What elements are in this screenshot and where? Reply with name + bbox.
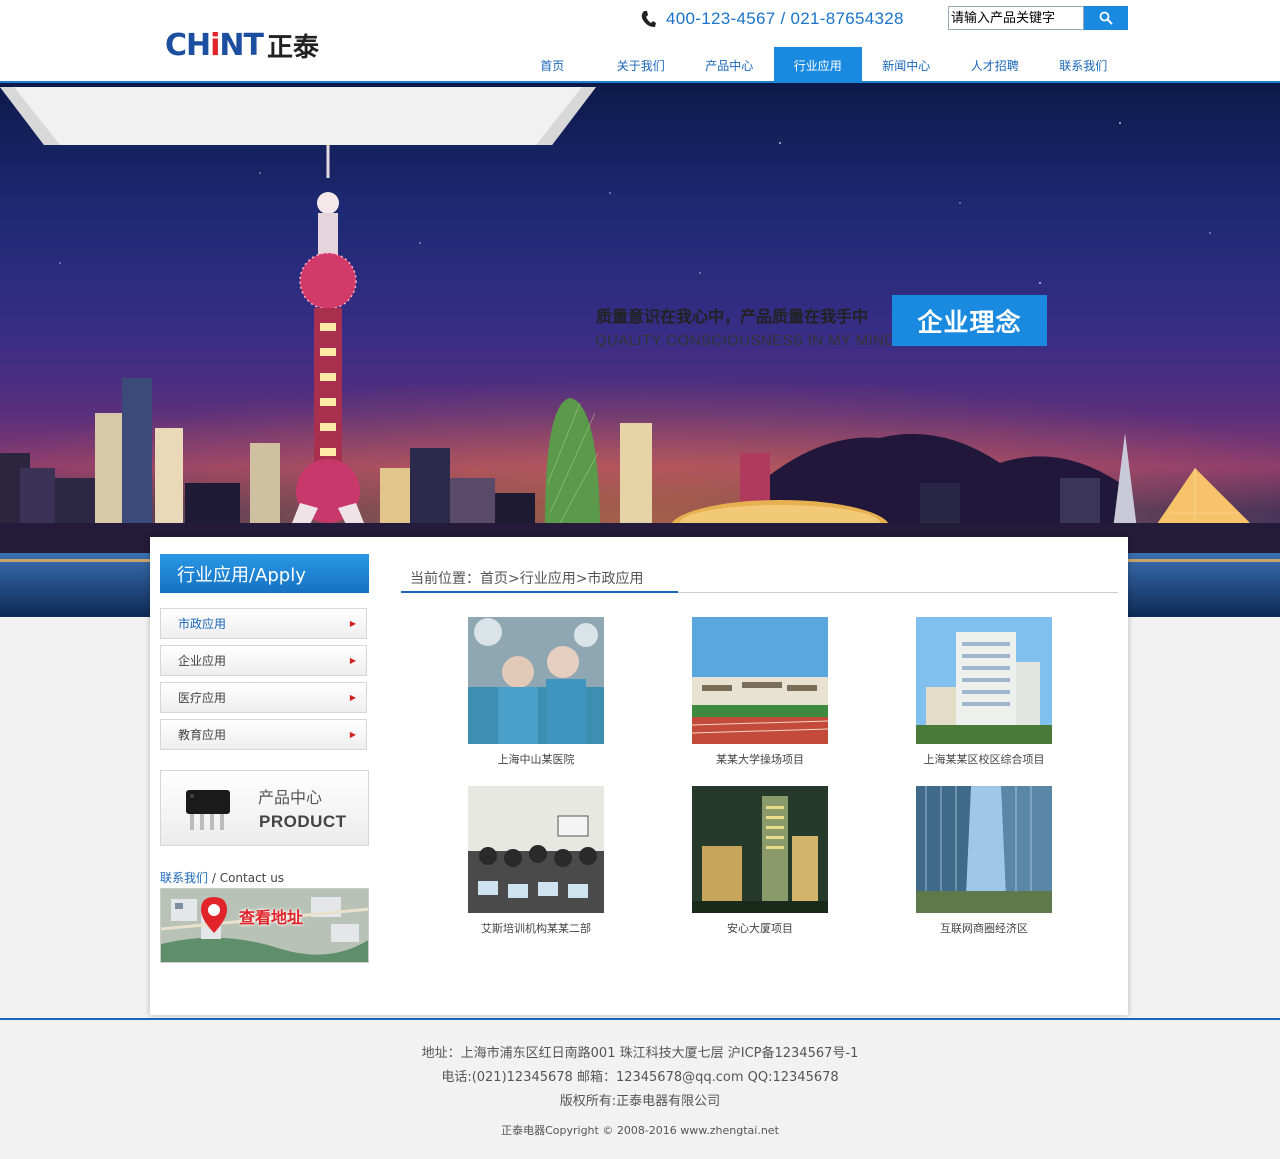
project-caption[interactable]: 互联网商圈经济区 — [916, 920, 1052, 936]
project-card[interactable]: 某某大学操场项目 — [692, 617, 828, 767]
brand-logo[interactable]: CHiNT 正泰 — [165, 27, 320, 63]
project-card[interactable]: 上海某某区校区综合项目 — [916, 617, 1052, 767]
search-bar — [948, 6, 1128, 30]
contact-heading-en: / Contact us — [208, 871, 285, 885]
footer-rights: 版权所有:正泰电器有限公司 — [559, 1094, 721, 1109]
project-photo[interactable] — [692, 617, 828, 744]
arrow-right-icon: ▶ — [349, 656, 356, 665]
project-card[interactable]: 艾斯培训机构某某二部 — [468, 786, 604, 936]
breadcrumb-text: 当前位置：首页>行业应用>市政应用 — [410, 571, 644, 587]
sidebar-title: 行业应用/Apply — [160, 554, 369, 593]
slogan-cn: 质量意识在我心中，产品质量在我手中 — [596, 307, 869, 326]
search-icon — [1099, 11, 1113, 25]
sidebar-item[interactable]: 市政应用 ▶ — [160, 608, 367, 639]
site-footer: 地址：上海市浦东区红日南路001 珠江科技大厦七层 沪ICP备1234567号-… — [0, 1018, 1280, 1159]
project-caption[interactable]: 安心大厦项目 — [692, 920, 828, 936]
site-header: CHiNT 正泰 400-123-4567 / 021-87654328 首页关… — [0, 0, 1280, 83]
hotline: 400-123-4567 / 021-87654328 — [640, 8, 904, 30]
product-center-en: PRODUCT — [259, 812, 347, 831]
nav-item[interactable]: 联系我们 — [1039, 47, 1128, 83]
project-photo[interactable] — [468, 617, 604, 744]
arrow-right-icon: ▶ — [349, 693, 356, 702]
phone-icon — [640, 10, 656, 28]
nav-item[interactable]: 首页 — [508, 47, 597, 83]
project-photo[interactable] — [468, 786, 604, 913]
content-panel: 行业应用/Apply 市政应用 ▶ 企业应用 ▶ 医疗应用 ▶ 教育应用 ▶ 产品中心 PRO… — [150, 537, 1128, 1015]
search-button[interactable] — [1084, 6, 1128, 30]
sidebar-item-label: 市政应用 — [178, 617, 227, 631]
nav-item[interactable]: 行业应用 — [773, 47, 862, 83]
arrow-right-icon: ▶ — [349, 730, 356, 739]
logo-text-en: CHiNT — [165, 27, 264, 63]
nav-item[interactable]: 关于我们 — [597, 47, 686, 83]
project-card[interactable]: 上海中山某医院 — [468, 617, 604, 767]
contact-heading-cn[interactable]: 联系我们 — [160, 871, 208, 885]
project-photo[interactable] — [916, 617, 1052, 744]
sidebar-item[interactable]: 教育应用 ▶ — [160, 719, 367, 750]
location-pin-icon — [201, 897, 227, 933]
slogan-en: QUALITY CONSCIOUSNESS IN MY MIND — [595, 332, 896, 349]
product-center-cn: 产品中心 — [258, 788, 323, 807]
sidebar-item-label: 企业应用 — [178, 654, 227, 668]
logo-text-cn: 正泰 — [267, 32, 320, 63]
project-card[interactable]: 互联网商圈经济区 — [916, 786, 1052, 936]
footer-address: 地址：上海市浦东区红日南路001 珠江科技大厦七层 沪ICP备1234567号-… — [421, 1046, 859, 1061]
nav-item[interactable]: 人才招聘 — [951, 47, 1040, 83]
map-link[interactable]: 查看地址 — [160, 888, 369, 963]
project-caption[interactable]: 上海某某区校区综合项目 — [916, 751, 1052, 767]
arrow-right-icon: ▶ — [349, 619, 356, 628]
breadcrumb-underline — [401, 591, 678, 593]
slogan-tag: 企业理念 — [892, 295, 1047, 346]
sidebar-menu: 市政应用 ▶ 企业应用 ▶ 医疗应用 ▶ 教育应用 ▶ — [160, 608, 367, 756]
slogan-ribbon — [0, 87, 596, 145]
breadcrumb: 当前位置：首页>行业应用>市政应用 — [401, 565, 1118, 593]
sidebar-item[interactable]: 医疗应用 ▶ — [160, 682, 367, 713]
nav-item[interactable]: 新闻中心 — [862, 47, 951, 83]
project-photo[interactable] — [916, 786, 1052, 913]
sidebar-item[interactable]: 企业应用 ▶ — [160, 645, 367, 676]
project-photo[interactable] — [692, 786, 828, 913]
sidebar-item-label: 教育应用 — [178, 728, 227, 742]
hotline-number: 400-123-4567 / 021-87654328 — [666, 9, 904, 28]
contact-heading: 联系我们 / Contact us — [160, 869, 284, 886]
product-center-banner[interactable]: 产品中心 PRODUCT — [160, 770, 369, 846]
sidebar-item-label: 医疗应用 — [178, 691, 227, 705]
main-nav: 首页 关于我们 产品中心 行业应用 新闻中心 人才招聘 联系我们 — [508, 47, 1128, 83]
search-input[interactable] — [948, 6, 1084, 30]
footer-copyright: 正泰电器Copyright © 2008-2016 www.zhengtai.n… — [501, 1124, 779, 1137]
nav-item[interactable]: 产品中心 — [685, 47, 774, 83]
footer-contact: 电话:(021)12345678 邮箱：12345678@qq.com QQ:1… — [441, 1070, 839, 1085]
map-label: 查看地址 — [239, 908, 304, 927]
project-caption[interactable]: 艾斯培训机构某某二部 — [468, 920, 604, 936]
chip-icon — [186, 790, 230, 830]
project-card[interactable]: 安心大厦项目 — [692, 786, 828, 936]
project-caption[interactable]: 上海中山某医院 — [468, 751, 604, 767]
project-caption[interactable]: 某某大学操场项目 — [692, 751, 828, 767]
